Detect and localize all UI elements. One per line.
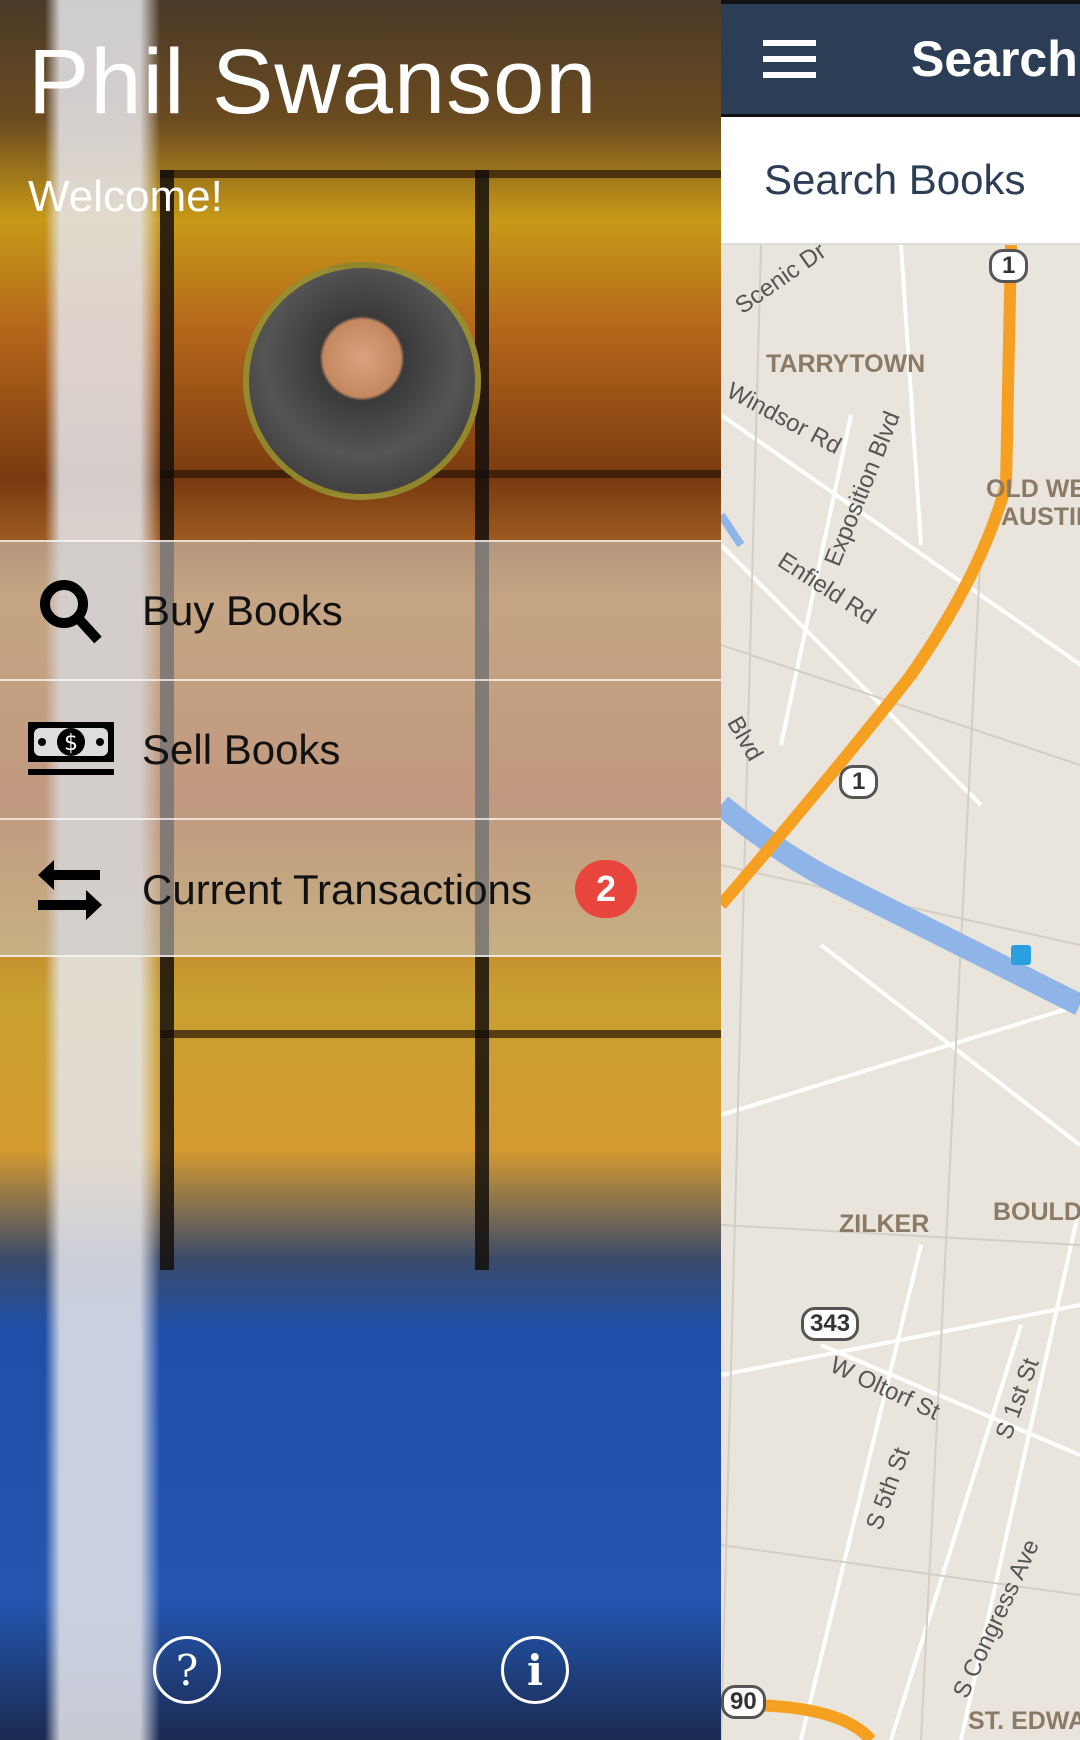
menu-item-current-transactions[interactable]: Current Transactions 2 xyxy=(0,820,721,959)
map-label: ZILKER xyxy=(839,1210,930,1238)
svg-text:$: $ xyxy=(64,731,78,756)
highway-shield: 343 xyxy=(801,1307,860,1341)
highway-shield: 90 xyxy=(721,1685,766,1719)
background-photo-detail xyxy=(160,470,721,478)
search-icon xyxy=(0,576,142,646)
menu-item-label: Current Transactions xyxy=(142,865,532,913)
help-button[interactable]: ? xyxy=(153,1636,221,1704)
map-roads xyxy=(721,245,1080,1740)
page-title: Search xyxy=(911,31,1078,87)
background-photo-detail xyxy=(160,1030,721,1038)
search-input[interactable]: Search Books xyxy=(721,117,1080,245)
welcome-text: Welcome! xyxy=(28,172,223,221)
drawer-menu: Buy Books $ Sell Books Current Transacti… xyxy=(0,540,721,957)
background-photo-detail xyxy=(160,170,721,178)
navigation-drawer: Phil Swanson Welcome! Buy Books $ Sell B… xyxy=(0,0,721,1740)
main-panel: Search Search Books Scenic Dr TARRYTOWN … xyxy=(721,0,1080,1740)
user-name: Phil Swanson xyxy=(28,31,598,133)
map-label: TARRYTOWN xyxy=(766,350,926,378)
menu-item-sell-books[interactable]: $ Sell Books xyxy=(0,681,721,820)
menu-item-label: Sell Books xyxy=(142,725,341,773)
info-button[interactable]: i xyxy=(501,1636,569,1704)
transit-icon xyxy=(1011,945,1031,965)
highway-shield: 1 xyxy=(839,765,879,799)
money-icon: $ xyxy=(0,721,142,778)
map-label: ST. EDWA xyxy=(968,1707,1080,1735)
highway-shield: 1 xyxy=(989,249,1029,283)
hamburger-icon[interactable] xyxy=(763,40,816,78)
map[interactable]: Scenic Dr TARRYTOWN Windsor Rd Expositio… xyxy=(721,238,1080,1740)
map-label: BOULD xyxy=(993,1198,1080,1226)
menu-item-label: Buy Books xyxy=(142,586,343,634)
notification-badge: 2 xyxy=(575,860,637,918)
app-bar: Search xyxy=(721,0,1080,117)
map-label: OLD WEST xyxy=(986,475,1080,503)
map-label: AUSTIN xyxy=(1001,503,1080,531)
menu-item-buy-books[interactable]: Buy Books xyxy=(0,542,721,681)
swap-arrows-icon xyxy=(0,858,142,922)
search-placeholder: Search Books xyxy=(764,156,1026,203)
avatar[interactable] xyxy=(243,262,481,500)
